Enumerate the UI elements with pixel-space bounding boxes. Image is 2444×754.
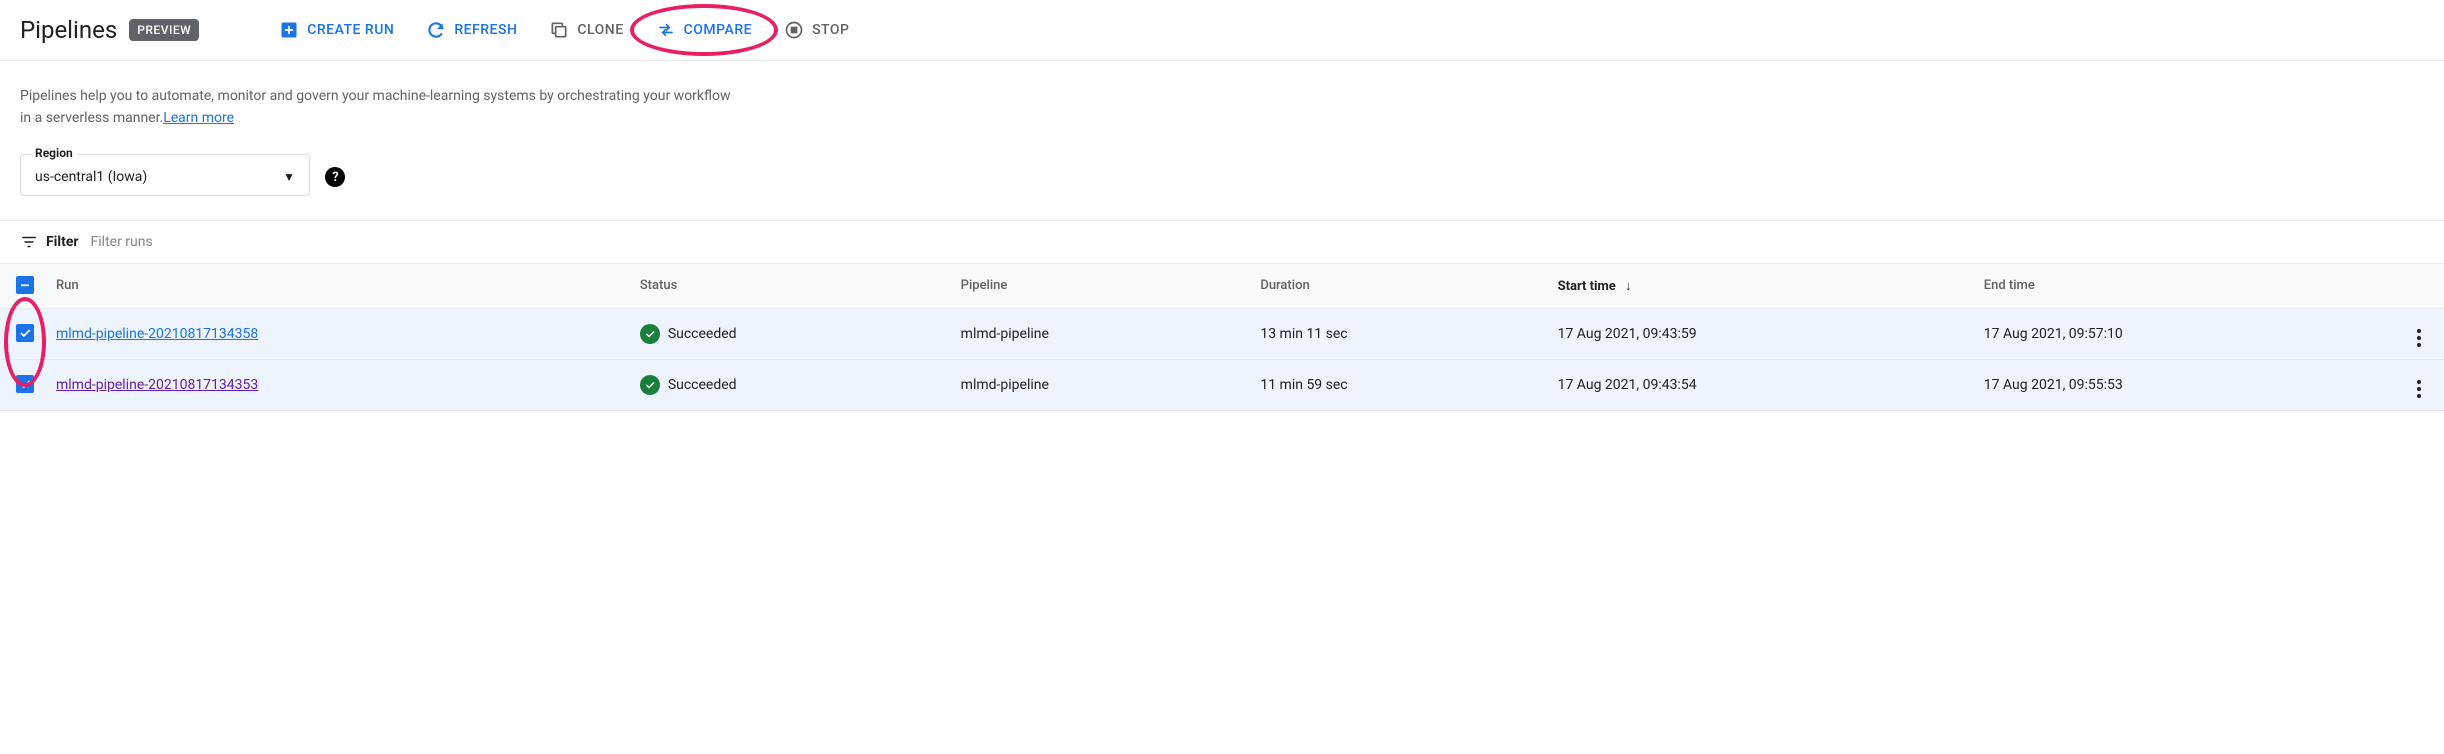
start-time-header[interactable]: Start time ↓ [1542,263,1968,308]
clone-button[interactable]: CLONE [537,12,635,48]
table-row: mlmd-pipeline-20210817134353 Succeeded m… [0,359,2444,410]
create-run-button[interactable]: CREATE RUN [267,12,406,48]
end-cell: 17 Aug 2021, 09:57:10 [1968,308,2394,359]
pipeline-cell: mlmd-pipeline [945,308,1245,359]
compare-icon [656,20,676,40]
preview-badge: PREVIEW [129,19,199,41]
end-cell: 17 Aug 2021, 09:55:53 [1968,359,2394,410]
description-text: Pipelines help you to automate, monitor … [20,85,740,130]
success-icon [640,375,660,395]
runs-table: Run Status Pipeline Duration Start time … [0,263,2444,411]
pipeline-header[interactable]: Pipeline [945,263,1245,308]
filter-label: Filter [20,233,79,251]
clone-icon [549,20,569,40]
duration-cell: 11 min 59 sec [1244,359,1541,410]
start-cell: 17 Aug 2021, 09:43:59 [1542,308,1968,359]
chevron-down-icon: ▼ [283,170,295,184]
region-value: us-central1 (Iowa) [35,169,223,185]
compare-button[interactable]: COMPARE [644,12,764,48]
learn-more-link[interactable]: Learn more [163,110,234,126]
start-cell: 17 Aug 2021, 09:43:54 [1542,359,1968,410]
pipeline-cell: mlmd-pipeline [945,359,1245,410]
actions-header [2394,263,2444,308]
refresh-button[interactable]: REFRESH [414,12,529,48]
region-select[interactable]: Region us-central1 (Iowa) ▼ [20,154,310,196]
run-header[interactable]: Run [40,263,624,308]
stop-button[interactable]: STOP [772,12,861,48]
select-all-checkbox[interactable] [16,276,34,294]
run-link[interactable]: mlmd-pipeline-20210817134358 [56,326,258,342]
filter-input[interactable] [91,234,2424,250]
title-group: Pipelines PREVIEW [20,16,199,44]
more-icon[interactable] [2417,380,2421,398]
stop-icon [784,20,804,40]
run-link[interactable]: mlmd-pipeline-20210817134353 [56,377,258,393]
success-icon [640,324,660,344]
more-icon[interactable] [2417,329,2421,347]
page-title: Pipelines [20,16,117,44]
row-checkbox[interactable] [16,324,34,342]
region-label: Region [31,146,77,160]
sort-down-icon: ↓ [1625,279,1632,294]
toolbar: Pipelines PREVIEW CREATE RUN REFRESH CLO… [0,0,2444,61]
filter-icon [20,233,38,251]
region-row: Region us-central1 (Iowa) ▼ ? [0,138,2444,220]
refresh-icon [426,20,446,40]
compare-highlight: COMPARE [644,12,764,48]
status-header[interactable]: Status [624,263,945,308]
status-cell: Succeeded [640,375,737,395]
table-row: mlmd-pipeline-20210817134358 Succeeded m… [0,308,2444,359]
row-checkbox[interactable] [16,375,34,393]
duration-cell: 13 min 11 sec [1244,308,1541,359]
plus-icon [279,20,299,40]
status-cell: Succeeded [640,324,737,344]
select-all-header [0,263,40,308]
duration-header[interactable]: Duration [1244,263,1541,308]
end-time-header[interactable]: End time [1968,263,2394,308]
help-icon[interactable]: ? [325,167,345,187]
description-area: Pipelines help you to automate, monitor … [0,61,2444,138]
filter-bar: Filter [0,220,2444,263]
